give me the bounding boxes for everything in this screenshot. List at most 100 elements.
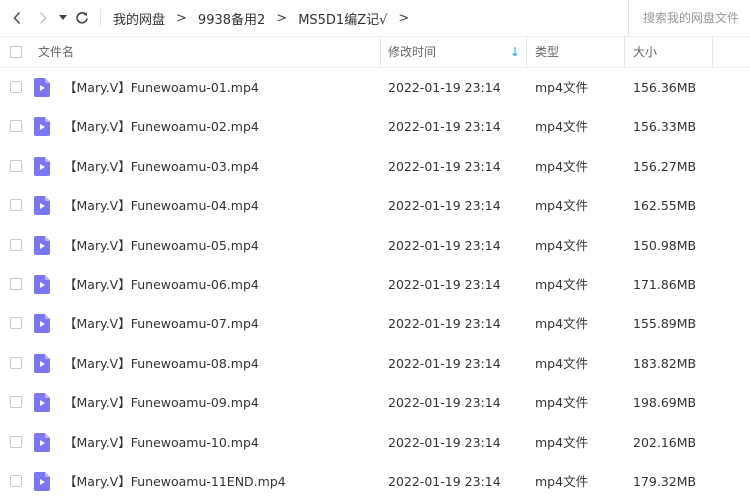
file-size: 156.36MB — [633, 80, 697, 95]
row-checkbox[interactable] — [10, 317, 22, 330]
file-type: mp4文件 — [535, 158, 589, 174]
file-name[interactable]: 【Mary.V】Funewoamu-10.mp4 — [64, 423, 259, 462]
file-size: 179.32MB — [633, 474, 697, 489]
file-type: mp4文件 — [535, 80, 589, 95]
file-modified: 2022-01-19 23:14 — [388, 434, 501, 450]
file-type: mp4文件 — [535, 355, 589, 371]
row-checkbox[interactable] — [10, 238, 22, 251]
file-row[interactable]: 【Mary.V】Funewoamu-01.mp4 2022-01-19 23:14… — [0, 68, 750, 107]
file-type: mp4文件 — [535, 434, 589, 450]
file-type: mp4文件 — [535, 316, 589, 332]
file-name[interactable]: 【Mary.V】Funewoamu-04.mp4 — [64, 186, 259, 225]
forward-button[interactable] — [32, 0, 54, 36]
file-modified: 2022-01-19 23:14 — [388, 277, 501, 292]
history-dropdown-button[interactable] — [56, 0, 70, 36]
file-row[interactable]: 【Mary.V】Funewoamu-02.mp4 2022-01-19 23:14… — [0, 107, 750, 146]
file-size: 150.98MB — [633, 237, 697, 253]
file-row[interactable]: 【Mary.V】Funewoamu-03.mp4 2022-01-19 23:14… — [0, 147, 750, 186]
video-file-icon — [34, 275, 50, 294]
file-size: 171.86MB — [633, 277, 697, 292]
file-size: 162.55MB — [633, 198, 697, 214]
column-header-size[interactable]: 大小 — [633, 37, 657, 67]
file-row[interactable]: 【Mary.V】Funewoamu-08.mp4 2022-01-19 23:14… — [0, 344, 750, 383]
breadcrumb-separator: > — [176, 10, 187, 26]
file-row[interactable]: 【Mary.V】Funewoamu-05.mp4 2022-01-19 23:14… — [0, 226, 750, 265]
sort-descending-icon[interactable]: ↓ — [510, 37, 520, 67]
file-name[interactable]: 【Mary.V】Funewoamu-06.mp4 — [64, 265, 259, 304]
file-row[interactable]: 【Mary.V】Funewoamu-09.mp4 2022-01-19 23:14… — [0, 383, 750, 422]
column-divider — [712, 37, 713, 67]
column-divider — [526, 37, 527, 67]
file-row[interactable]: 【Mary.V】Funewoamu-06.mp4 2022-01-19 23:14… — [0, 265, 750, 304]
file-type: mp4文件 — [535, 474, 589, 489]
toolbar-divider — [100, 9, 101, 27]
row-checkbox[interactable] — [10, 475, 22, 487]
file-name[interactable]: 【Mary.V】Funewoamu-09.mp4 — [64, 383, 259, 422]
column-divider — [624, 37, 625, 67]
video-file-icon — [34, 432, 50, 452]
refresh-button[interactable] — [72, 0, 92, 36]
file-type: mp4文件 — [535, 277, 589, 292]
row-checkbox[interactable] — [10, 356, 22, 369]
file-name[interactable]: 【Mary.V】Funewoamu-07.mp4 — [64, 304, 259, 343]
file-modified: 2022-01-19 23:14 — [388, 237, 501, 253]
video-file-icon — [34, 393, 50, 413]
file-modified: 2022-01-19 23:14 — [388, 119, 501, 135]
file-name[interactable]: 【Mary.V】Funewoamu-05.mp4 — [64, 226, 259, 265]
column-divider — [380, 37, 381, 67]
file-modified: 2022-01-19 23:14 — [388, 198, 501, 214]
file-list-header: 文件名 修改时间 ↓ 类型 大小 — [0, 37, 750, 68]
column-header-modified[interactable]: 修改时间 — [388, 37, 436, 67]
file-modified: 2022-01-19 23:14 — [388, 80, 501, 95]
select-all-checkbox[interactable] — [10, 46, 22, 58]
file-row[interactable]: 【Mary.V】Funewoamu-10.mp4 2022-01-19 23:14… — [0, 423, 750, 462]
chevron-left-icon — [13, 11, 21, 25]
file-size: 202.16MB — [633, 434, 697, 450]
file-name[interactable]: 【Mary.V】Funewoamu-02.mp4 — [64, 107, 259, 146]
row-checkbox[interactable] — [10, 396, 22, 409]
video-file-icon — [34, 156, 50, 176]
row-checkbox[interactable] — [10, 278, 22, 290]
video-file-icon — [34, 196, 50, 216]
breadcrumb-item-root[interactable]: 我的网盘 — [113, 9, 165, 28]
row-checkbox[interactable] — [10, 435, 22, 448]
back-button[interactable] — [6, 0, 28, 36]
chevron-right-icon — [39, 11, 47, 25]
breadcrumb-item-current[interactable]: MS5D1编Z记√ — [298, 9, 387, 28]
file-modified: 2022-01-19 23:14 — [388, 355, 501, 371]
caret-down-icon — [59, 15, 67, 20]
file-name[interactable]: 【Mary.V】Funewoamu-01.mp4 — [64, 68, 259, 107]
file-type: mp4文件 — [535, 237, 589, 253]
row-checkbox[interactable] — [10, 120, 22, 133]
file-size: 156.33MB — [633, 119, 697, 135]
file-name[interactable]: 【Mary.V】Funewoamu-03.mp4 — [64, 147, 259, 186]
search-input[interactable] — [643, 11, 750, 25]
video-file-icon — [34, 235, 50, 255]
refresh-icon — [76, 12, 88, 24]
file-modified: 2022-01-19 23:14 — [388, 316, 501, 332]
column-header-type[interactable]: 类型 — [535, 37, 559, 67]
file-name[interactable]: 【Mary.V】Funewoamu-11END.mp4 — [64, 462, 286, 501]
file-size: 156.27MB — [633, 158, 697, 174]
row-checkbox[interactable] — [10, 199, 22, 212]
file-row[interactable]: 【Mary.V】Funewoamu-04.mp4 2022-01-19 23:14… — [0, 186, 750, 225]
file-type: mp4文件 — [535, 119, 589, 135]
file-type: mp4文件 — [535, 198, 589, 214]
file-type: mp4文件 — [535, 395, 589, 411]
breadcrumb-separator: > — [276, 10, 288, 26]
file-size: 183.82MB — [633, 355, 697, 371]
file-modified: 2022-01-19 23:14 — [388, 474, 501, 489]
file-size: 198.69MB — [633, 395, 697, 411]
row-checkbox[interactable] — [10, 159, 22, 172]
video-file-icon — [34, 353, 50, 373]
file-name[interactable]: 【Mary.V】Funewoamu-08.mp4 — [64, 344, 259, 383]
file-row[interactable]: 【Mary.V】Funewoamu-07.mp4 2022-01-19 23:14… — [0, 304, 750, 343]
column-header-name[interactable]: 文件名 — [38, 37, 74, 67]
breadcrumb-item-folder[interactable]: 9938备用2 — [198, 9, 265, 28]
file-row[interactable]: 【Mary.V】Funewoamu-11END.mp4 2022-01-19 23… — [0, 462, 750, 501]
row-checkbox[interactable] — [10, 81, 22, 93]
video-file-icon — [34, 314, 50, 334]
search-box — [628, 0, 750, 36]
file-modified: 2022-01-19 23:14 — [388, 158, 501, 174]
video-file-icon — [34, 472, 50, 491]
